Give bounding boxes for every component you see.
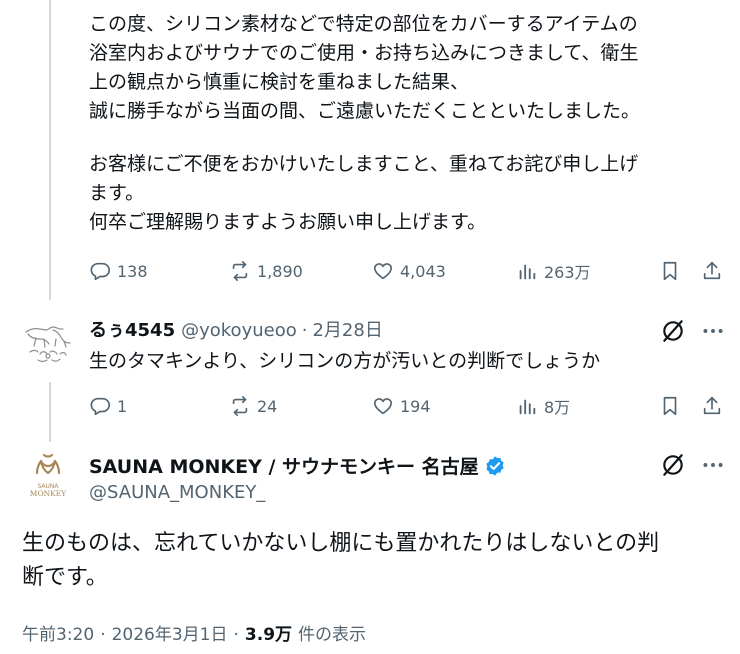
- separator: ·: [233, 625, 239, 645]
- views-icon: [519, 264, 536, 280]
- text-line: ます。: [89, 182, 145, 204]
- like-icon: [373, 398, 393, 415]
- reply-handle[interactable]: @yokoyueoo: [181, 320, 297, 341]
- reply-header: るぅ4545 @yokoyueoo · 2月28日: [89, 316, 383, 342]
- views-count: 3.9万: [244, 625, 293, 645]
- text-line: 上の観点から慎重に検討を重ねました結果、: [89, 71, 470, 93]
- text-line: 誠に勝手ながら当面の間、ご遠慮いただくことといたしました。: [89, 100, 641, 122]
- share-button[interactable]: [701, 391, 723, 421]
- like-button[interactable]: 4,043: [372, 256, 446, 286]
- views-label: 件の表示: [298, 625, 367, 645]
- text-line: 浴室内およびサウナでのご使用・お持ち込みにつきまして、衛生: [89, 42, 639, 64]
- repost-count: 24: [257, 396, 278, 416]
- sketch-avatar-image: [25, 326, 71, 363]
- bookmark-icon: [663, 261, 677, 281]
- separator: ·: [100, 625, 106, 645]
- share-button[interactable]: [701, 256, 723, 286]
- display-name-text: SAUNA MONKEY / サウナモンキー 名古屋: [89, 456, 479, 478]
- more-icon[interactable]: [700, 452, 726, 478]
- reply-button[interactable]: 138: [89, 256, 148, 286]
- text-line: 生のものは、忘れていかないし棚にも置かれたりはしないとの判: [22, 531, 660, 556]
- post-meta: 午前3:20 · 2026年3月1日 · 3.9万 件の表示: [22, 620, 366, 645]
- text-line: 断です。: [22, 565, 108, 590]
- bookmark-button[interactable]: [659, 391, 681, 421]
- reply-display-name[interactable]: るぅ4545: [89, 316, 175, 342]
- reply-actions: 1 24 194 8万: [89, 391, 729, 421]
- like-count: 4,043: [400, 261, 446, 281]
- bookmark-icon: [663, 396, 677, 416]
- avatar[interactable]: SAUNA MONKEY: [20, 448, 76, 504]
- reply-icon: [90, 397, 110, 416]
- more-icon[interactable]: [700, 318, 726, 344]
- repost-count: 1,890: [257, 261, 303, 281]
- like-button[interactable]: 194: [372, 391, 431, 421]
- reply-text: 生のタマキンより、シリコンの方が汚いとの判断でしょうか: [89, 350, 601, 372]
- bookmark-button[interactable]: [659, 256, 681, 286]
- post-date[interactable]: 2026年3月1日: [112, 620, 228, 645]
- share-icon: [703, 396, 721, 415]
- text-line: お客様にご不便をおかけいたしますこと、重ねてお詫び申し上げ: [89, 153, 639, 175]
- separator: ·: [301, 320, 308, 341]
- thread-line: [49, 382, 51, 442]
- grok-icon[interactable]: [660, 452, 686, 478]
- thread-line: [49, 0, 51, 300]
- original-post-actions: 138 1,890 4,043 263万: [89, 256, 729, 286]
- views-button[interactable]: 263万: [516, 256, 591, 286]
- like-icon: [373, 263, 393, 280]
- repost-icon: [232, 261, 248, 281]
- reply-button[interactable]: 1: [89, 391, 127, 421]
- reply-date[interactable]: 2月28日: [312, 316, 382, 342]
- original-post-paragraph-2: お客様にご不便をおかけいたしますこと、重ねてお詫び申し上げ ます。 何卒ご理解賜…: [89, 150, 729, 237]
- main-post-handle[interactable]: @SAUNA_MONKEY_: [89, 482, 265, 503]
- views-icon: [519, 399, 536, 415]
- main-post-text: 生のものは、忘れていかないし棚にも置かれたりはしないとの判 断です。: [22, 527, 722, 595]
- like-count: 194: [400, 396, 431, 416]
- repost-button[interactable]: 24: [229, 391, 277, 421]
- reply-count: 138: [117, 261, 148, 281]
- main-post-display-name[interactable]: SAUNA MONKEY / サウナモンキー 名古屋: [89, 452, 506, 479]
- grok-icon[interactable]: [660, 318, 686, 344]
- repost-icon: [232, 396, 248, 416]
- text-line: この度、シリコン素材などで特定の部位をカバーするアイテムの: [89, 13, 638, 35]
- post-time[interactable]: 午前3:20: [22, 620, 94, 645]
- verified-badge-icon: [486, 455, 504, 476]
- views-count: 263万: [544, 263, 591, 282]
- reply-icon: [90, 262, 110, 281]
- text-line: 何卒ご理解賜りますようお願い申し上げます。: [89, 211, 487, 233]
- logo-text-line2: MONKEY: [30, 489, 67, 498]
- original-post-paragraph-1: この度、シリコン素材などで特定の部位をカバーするアイテムの 浴室内およびサウナで…: [89, 10, 729, 126]
- repost-button[interactable]: 1,890: [229, 256, 303, 286]
- sauna-monkey-logo: SAUNA MONKEY: [30, 453, 67, 498]
- reply-count: 1: [117, 396, 128, 416]
- avatar[interactable]: [20, 312, 76, 368]
- share-icon: [703, 261, 721, 280]
- views-button[interactable]: 8万: [516, 391, 570, 421]
- views-count: 8万: [544, 398, 571, 417]
